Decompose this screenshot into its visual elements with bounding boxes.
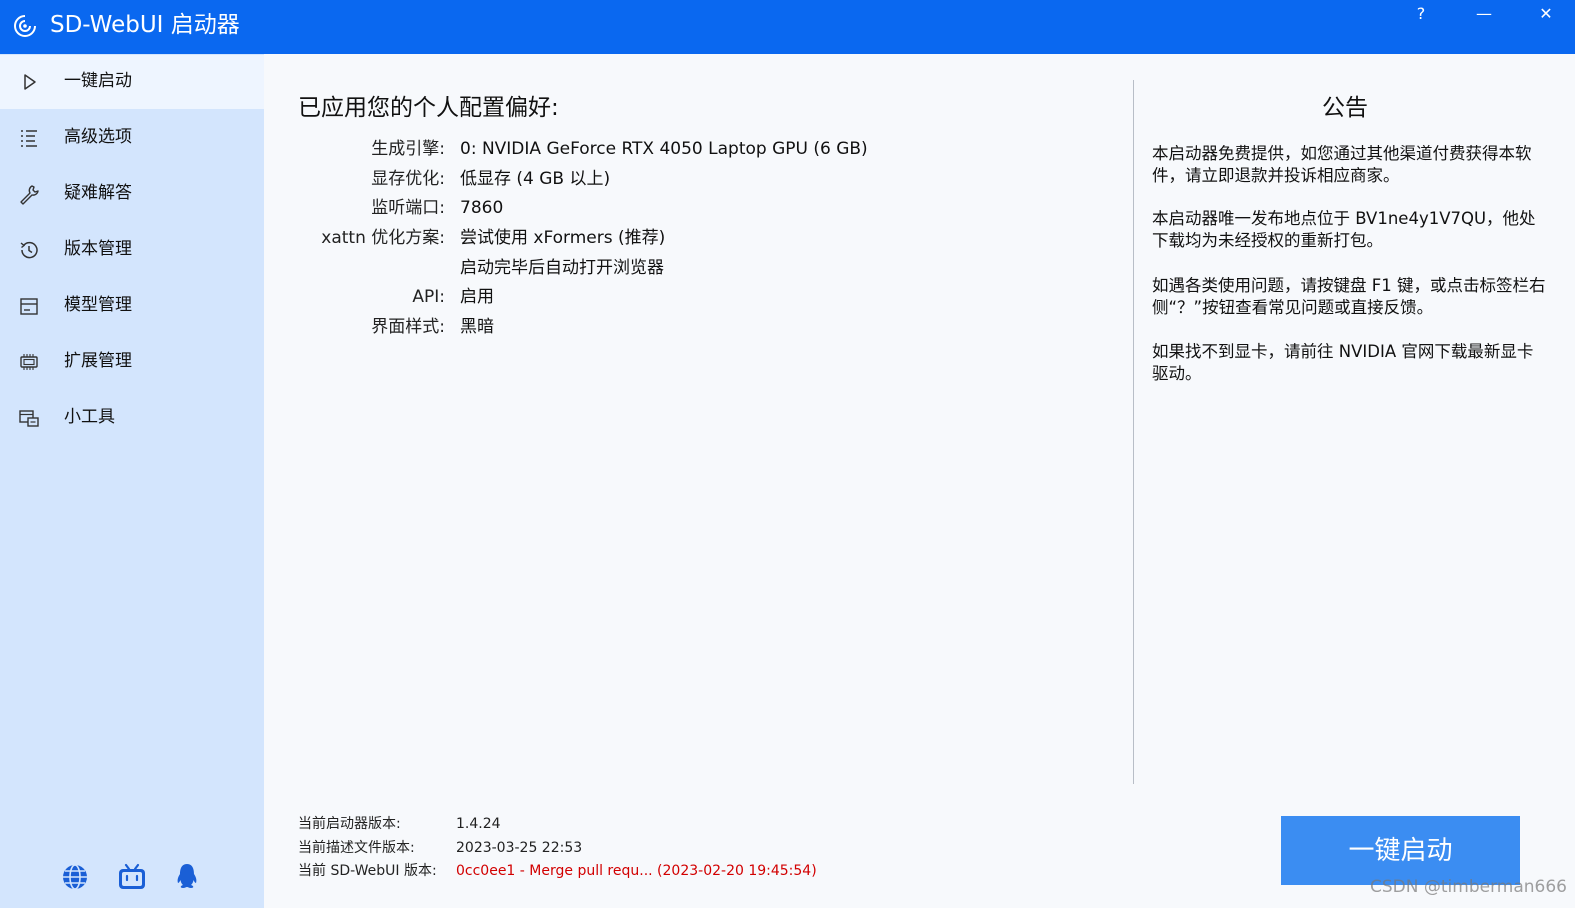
pref-value: 启用: [460, 287, 494, 307]
sidebar-item-label: 一键启动: [64, 71, 132, 91]
help-button[interactable]: ?: [1396, 0, 1446, 30]
chip-icon: [20, 354, 38, 370]
close-button[interactable]: ✕: [1521, 0, 1571, 30]
list-icon: [21, 130, 37, 147]
archive-icon: [20, 298, 38, 315]
sidebar-item-extensions[interactable]: 扩展管理: [0, 335, 264, 389]
footer-value: 1.4.24: [456, 816, 501, 832]
notice-title: 公告: [1322, 95, 1368, 121]
sidebar-item-models[interactable]: 模型管理: [0, 279, 264, 333]
bilibili-icon[interactable]: [117, 862, 147, 892]
wrench-icon: [20, 185, 39, 205]
pref-key: 生成引擎:: [371, 139, 445, 159]
pref-key: 界面样式:: [371, 317, 445, 337]
footer-value: 0cc0ee1 - Merge pull requ... (2023-02-20…: [456, 863, 817, 879]
watermark: CSDN @timberman666: [1370, 877, 1567, 897]
pref-key: xattn 优化方案:: [321, 228, 445, 248]
sidebar-item-tools[interactable]: 小工具: [0, 391, 264, 445]
pref-value: 启动完毕后自动打开浏览器: [460, 258, 664, 278]
sidebar-item-advanced[interactable]: 高级选项: [0, 111, 264, 165]
pref-key: 监听端口:: [371, 198, 445, 218]
footer-key: 当前描述文件版本:: [298, 840, 415, 856]
sidebar-item-label: 小工具: [64, 407, 115, 427]
pref-value: 黑暗: [460, 317, 494, 337]
pref-key: API:: [412, 287, 445, 307]
sidebar-item-label: 疑难解答: [64, 183, 132, 203]
notice-paragraph: 本启动器免费提供，如您通过其他渠道付费获得本软件，请立即退款并投诉相应商家。: [1152, 144, 1532, 185]
sidebar-item-label: 版本管理: [64, 239, 132, 259]
launch-button[interactable]: 一键启动: [1281, 816, 1520, 885]
pref-value: 7860: [460, 198, 504, 218]
notice-paragraph: 本启动器唯一发布地点位于 BV1ne4y1V7QU，他处下载均为未经授权的重新打…: [1152, 209, 1536, 250]
sidebar-item-label: 高级选项: [64, 127, 132, 147]
toolbox-icon: [19, 410, 39, 427]
pref-value: 低显存 (4 GB 以上): [460, 169, 611, 189]
notice-paragraph: 如遇各类使用问题，请按键盘 F1 键，或点击标签栏右侧“？”按钮查看常见问题或直…: [1152, 276, 1546, 317]
app-logo-icon: [14, 15, 36, 37]
footer-key: 当前启动器版本:: [298, 816, 401, 832]
sidebar-item-versions[interactable]: 版本管理: [0, 223, 264, 277]
sidebar-item-launch[interactable]: 一键启动: [0, 55, 264, 109]
footer-key: 当前 SD-WebUI 版本:: [298, 863, 437, 879]
pref-key: 显存优化:: [371, 169, 445, 189]
vertical-divider: [1133, 80, 1134, 784]
pref-value: 0: NVIDIA GeForce RTX 4050 Laptop GPU (6…: [460, 139, 868, 159]
history-icon: [20, 241, 38, 259]
notice-paragraph: 如果找不到显卡，请前往 NVIDIA 官网下载最新显卡驱动。: [1152, 342, 1534, 383]
footer-value: 2023-03-25 22:53: [456, 840, 583, 856]
preferences-title: 已应用您的个人配置偏好:: [298, 95, 559, 121]
play-icon: [24, 74, 36, 90]
pref-value: 尝试使用 xFormers (推荐): [460, 228, 666, 248]
qq-icon[interactable]: [172, 862, 202, 892]
window-title: SD-WebUI 启动器: [50, 12, 240, 38]
minimize-button[interactable]: —: [1459, 0, 1509, 30]
sidebar-item-label: 模型管理: [64, 295, 132, 315]
title-bar: SD-WebUI 启动器 ? — ✕: [0, 0, 1575, 54]
sidebar: 一键启动 高级选项 疑难解答 版本管理 模型管理 扩展管理 小工具: [0, 54, 264, 908]
sidebar-item-troubleshoot[interactable]: 疑难解答: [0, 167, 264, 221]
sidebar-item-label: 扩展管理: [64, 351, 132, 371]
globe-icon[interactable]: [60, 862, 90, 892]
